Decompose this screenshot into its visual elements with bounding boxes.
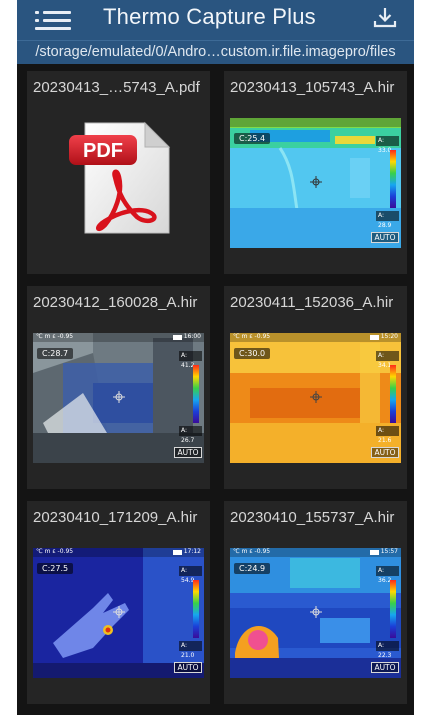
color-scale: [193, 365, 199, 423]
center-temperature: C:27.5: [37, 563, 74, 574]
file-card-hir[interactable]: 20230410_155737_A.hir ℃ m ε -0.95 15:57 …: [224, 501, 407, 704]
max-temperature: A: 41.2: [179, 351, 202, 369]
min-temperature: A: 21.0: [179, 641, 202, 659]
color-scale: [193, 580, 199, 638]
color-scale: [390, 580, 396, 638]
center-temperature: C:28.7: [37, 348, 74, 359]
capture-time: 15:20: [380, 333, 398, 340]
thermal-thumbnail: ℃ m ε -0.95 16:00 C:28.7 A: 41.2 A: 26.7…: [33, 333, 204, 463]
download-icon[interactable]: [372, 6, 398, 30]
thermal-thumbnail: ℃ m ε -0.95 15:57 C:24.9 A: 36.2 A: 22.3…: [230, 548, 401, 678]
units-readout: ℃ m ε -0.95: [233, 548, 271, 555]
min-temperature: A: 21.6: [376, 426, 399, 444]
thermal-thumbnail: ℃ m ε -0.95 17:12 C:27.5 A: 54.9 A: 21.0…: [33, 548, 204, 678]
crosshair-icon: [310, 176, 322, 188]
app-window: Thermo Capture Plus /storage/emulated/0/…: [17, 0, 414, 715]
capture-time: 17:12: [183, 548, 201, 555]
min-temperature: A: 28.9: [376, 211, 399, 229]
max-temperature: A: 33.0: [376, 136, 399, 154]
capture-time: 16:00: [183, 333, 201, 340]
file-name: 20230413_…5743_A.pdf: [33, 79, 200, 96]
capture-time: 15:57: [380, 548, 398, 555]
auto-badge: AUTO: [174, 447, 202, 458]
battery-icon: [370, 335, 379, 340]
max-temperature: A: 34.1: [376, 351, 399, 369]
pdf-file-icon: PDF: [67, 121, 177, 239]
crosshair-icon: [310, 606, 322, 618]
menu-icon[interactable]: [35, 10, 75, 32]
color-scale: [390, 150, 396, 208]
svg-text:PDF: PDF: [83, 140, 123, 162]
center-temperature: C:30.0: [234, 348, 271, 359]
center-temperature: C:24.9: [234, 563, 271, 574]
file-card-hir[interactable]: 20230412_160028_A.hir ℃ m ε -0.95 16:00 …: [27, 286, 210, 489]
crosshair-icon: [113, 391, 125, 403]
file-name: 20230413_105743_A.hir: [230, 79, 395, 96]
units-readout: ℃ m ε -0.95: [233, 333, 271, 340]
center-temperature: C:25.4: [234, 133, 271, 144]
file-name: 20230410_155737_A.hir: [230, 509, 395, 526]
max-temperature: A: 54.9: [179, 566, 202, 584]
battery-icon: [173, 335, 182, 340]
battery-icon: [173, 550, 182, 555]
color-scale: [390, 365, 396, 423]
app-title: Thermo Capture Plus: [103, 4, 316, 29]
crosshair-icon: [310, 391, 322, 403]
auto-badge: AUTO: [371, 232, 399, 243]
file-name: 20230411_152036_A.hir: [230, 294, 394, 311]
battery-icon: [370, 550, 379, 555]
file-name: 20230410_171209_A.hir: [33, 509, 198, 526]
file-card-hir[interactable]: 20230411_152036_A.hir ℃ m ε -0.95 15:20 …: [224, 286, 407, 489]
units-readout: ℃ m ε -0.95: [36, 333, 74, 340]
units-readout: ℃ m ε -0.95: [36, 548, 74, 555]
thermal-thumbnail: C:25.4 A: 33.0 A: 28.9 AUTO: [230, 118, 401, 248]
file-card-hir[interactable]: 20230413_105743_A.hir C:25.4 A: 33.0 A: …: [224, 71, 407, 274]
min-temperature: A: 26.7: [179, 426, 202, 444]
thermal-thumbnail: ℃ m ε -0.95 15:20 C:30.0 A: 34.1 A: 21.6…: [230, 333, 401, 463]
current-path: /storage/emulated/0/Andro…custom.ir.file…: [35, 44, 396, 60]
top-app-bar: Thermo Capture Plus: [17, 0, 414, 40]
auto-badge: AUTO: [371, 447, 399, 458]
auto-badge: AUTO: [174, 662, 202, 673]
path-breadcrumb: /storage/emulated/0/Andro…custom.ir.file…: [17, 40, 414, 64]
file-card-hir[interactable]: 20230410_171209_A.hir ℃ m ε -0.95 17:12: [27, 501, 210, 704]
max-temperature: A: 36.2: [376, 566, 399, 584]
min-temperature: A: 22.3: [376, 641, 399, 659]
file-name: 20230412_160028_A.hir: [33, 294, 198, 311]
crosshair-icon: [113, 606, 125, 618]
auto-badge: AUTO: [371, 662, 399, 673]
file-card-pdf[interactable]: 20230413_…5743_A.pdf PDF: [27, 71, 210, 274]
